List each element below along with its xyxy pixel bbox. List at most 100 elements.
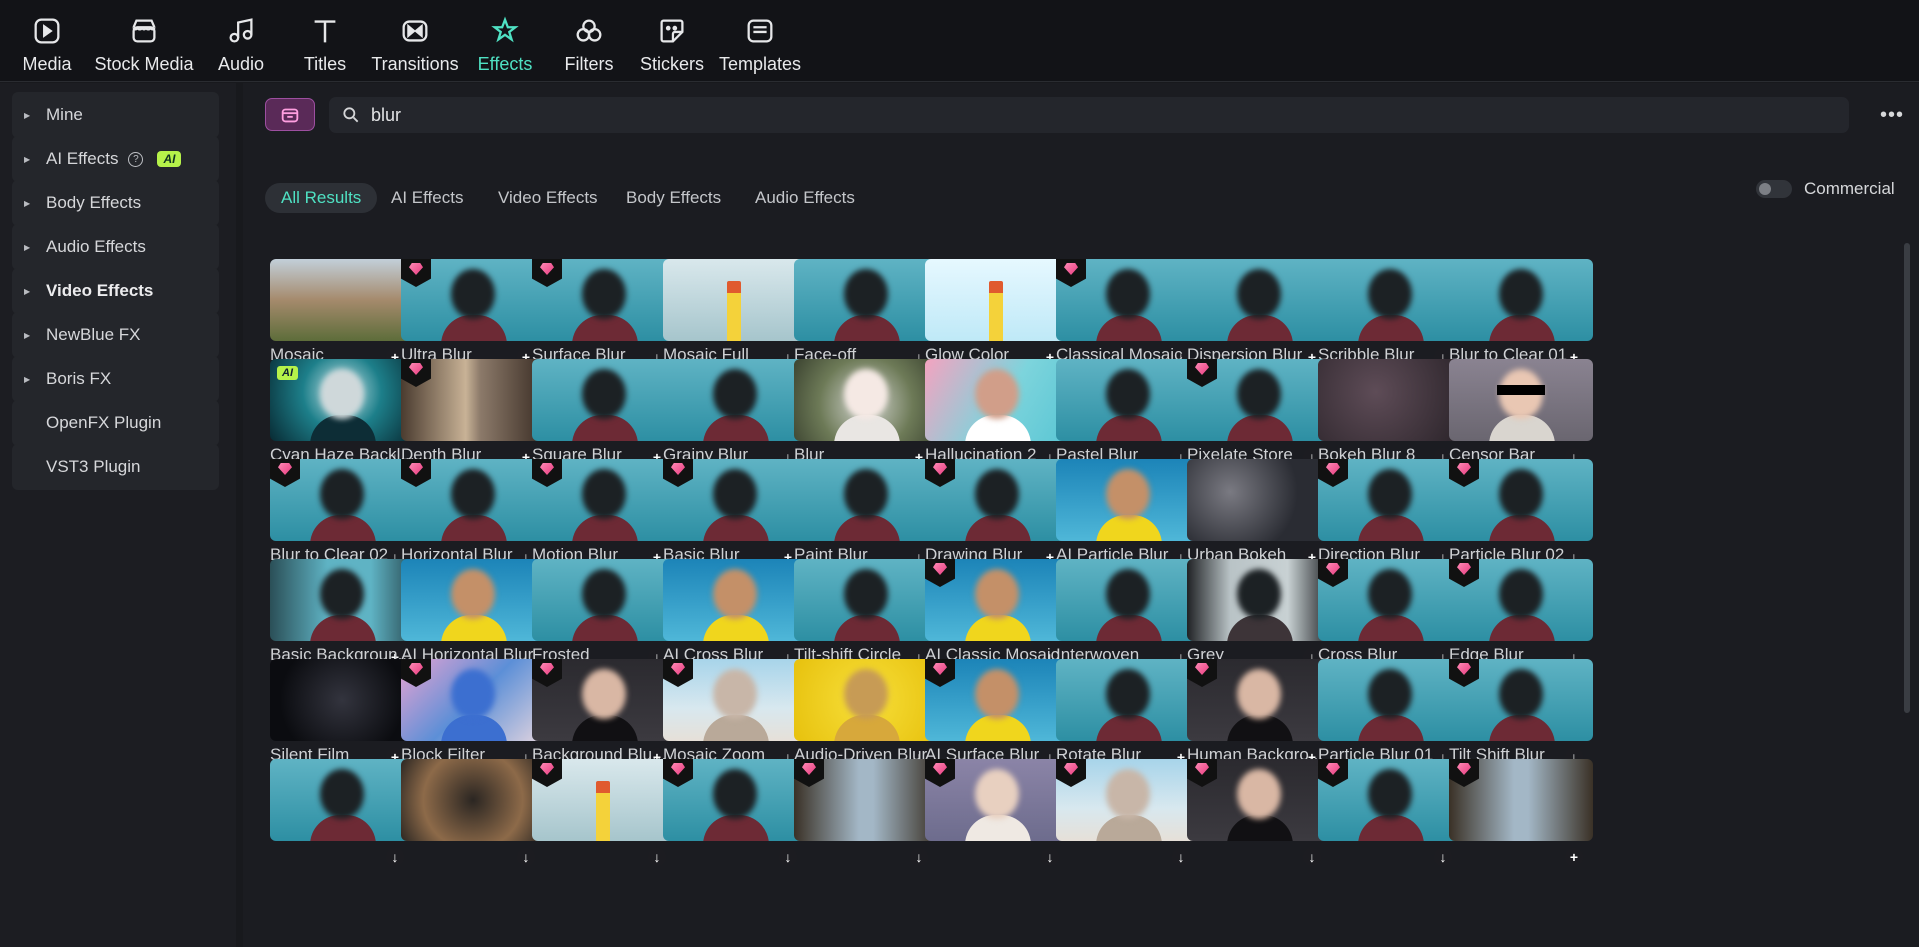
effect-card-partial-row[interactable]: ↓ xyxy=(532,759,676,875)
effect-card-tilt-shift-blur[interactable]: ↓ Tilt Shift Blur xyxy=(1449,659,1593,775)
effect-card-particle-blur-01[interactable]: ↓ Particle Blur 01 xyxy=(1318,659,1462,775)
effect-card-grainy-blur[interactable]: ↓ Grainy Blur xyxy=(663,359,807,475)
effect-card-silent-film[interactable]: + Silent Film xyxy=(270,659,414,775)
tab-body-effects[interactable]: Body Effects xyxy=(610,183,737,213)
effect-card-blur-to-clear-01[interactable]: + Blur to Clear 01 xyxy=(1449,259,1593,375)
effect-card-dispersion-blur[interactable]: + Dispersion Blur xyxy=(1187,259,1331,375)
toolbar-tab-templates[interactable]: Templates xyxy=(715,0,805,82)
effect-card-edge-blur[interactable]: ↓ Edge Blur xyxy=(1449,559,1593,675)
effect-card-mosaic-zoom[interactable]: ↓ Mosaic Zoom xyxy=(663,659,807,775)
effect-card-rotate-blur[interactable]: + Rotate Blur xyxy=(1056,659,1200,775)
add-effect-button[interactable]: + xyxy=(1565,848,1583,866)
effect-card-partial-row[interactable]: ↓ xyxy=(925,759,1069,875)
toolbar-tab-titles[interactable]: Titles xyxy=(280,0,370,82)
effect-card-pastel-blur[interactable]: ↓ Pastel Blur xyxy=(1056,359,1200,475)
effect-card-motion-blur[interactable]: + Motion Blur xyxy=(532,459,676,575)
tab-video-effects[interactable]: Video Effects xyxy=(482,183,614,213)
effect-card-partial-row[interactable]: ↓ xyxy=(1187,759,1331,875)
effect-card-ai-surface-blur[interactable]: ↓ AI Surface Blur xyxy=(925,659,1069,775)
effect-card-bokeh-blur-8[interactable]: ↓ Bokeh Blur 8 xyxy=(1318,359,1462,475)
effect-card-grey[interactable]: ↓ Grey xyxy=(1187,559,1331,675)
effect-card-mosaic-full[interactable]: ↓ Mosaic Full xyxy=(663,259,807,375)
sidebar-item-video-effects[interactable]: ▶ Video Effects xyxy=(12,268,219,314)
effect-card-drawing-blur[interactable]: + Drawing Blur xyxy=(925,459,1069,575)
sidebar-item-mine[interactable]: ▶ Mine xyxy=(12,92,219,138)
effect-card-depth-blur[interactable]: + Depth Blur xyxy=(401,359,545,475)
effect-card-background-blu[interactable]: + Background Blu... xyxy=(532,659,676,775)
effect-card-cyan-haze-backl[interactable]: AI ↓ Cyan Haze Backl... xyxy=(270,359,415,475)
effect-card-surface-blur[interactable]: ↓ Surface Blur xyxy=(532,259,676,375)
toolbar-tab-stickers[interactable]: Stickers xyxy=(627,0,717,82)
censor-bar xyxy=(1497,385,1545,395)
tab-all-results[interactable]: All Results xyxy=(265,183,378,213)
toolbar-tab-transitions[interactable]: Transitions xyxy=(370,0,460,82)
thumbnail-subject-head xyxy=(451,269,495,319)
search-input[interactable] xyxy=(371,104,1771,126)
effect-card-urban-bokeh[interactable]: + Urban Bokeh xyxy=(1187,459,1331,575)
effect-card-glow-color[interactable]: + Glow Color xyxy=(925,259,1069,375)
effect-card-ai-particle-blur[interactable]: ↓ AI Particle Blur xyxy=(1056,459,1200,575)
effect-card-mosaic[interactable]: + Mosaic xyxy=(270,259,414,375)
thumbnail-subject-head xyxy=(582,469,626,519)
thumbnail-subject-head xyxy=(975,669,1019,719)
sidebar-item-openfx-plugin[interactable]: OpenFX Plugin xyxy=(12,400,219,446)
effect-card-basic-backgroun[interactable]: + Basic Backgroun... xyxy=(270,559,414,675)
tab-ai-effects[interactable]: AI Effects xyxy=(375,183,479,213)
effect-card-cross-blur[interactable]: ↓ Cross Blur xyxy=(1318,559,1462,675)
effect-card-direction-blur[interactable]: ↓ Direction Blur xyxy=(1318,459,1462,575)
vertical-scrollbar[interactable] xyxy=(1904,243,1910,713)
effect-card-classical-mosaic[interactable]: ↓ Classical Mosaic xyxy=(1056,259,1200,375)
effect-card-particle-blur-02[interactable]: ↓ Particle Blur 02 xyxy=(1449,459,1593,575)
effect-card-partial-row[interactable]: ↓ xyxy=(1056,759,1200,875)
effect-card-hallucination-2[interactable]: ↓ Hallucination 2 xyxy=(925,359,1069,475)
effect-card-partial-row[interactable]: + xyxy=(1449,759,1593,875)
toolbar-tab-filters[interactable]: Filters xyxy=(544,0,634,82)
effect-card-blur-to-clear-02[interactable]: ↓ Blur to Clear 02 xyxy=(270,459,414,575)
help-icon[interactable]: ? xyxy=(128,151,144,167)
effect-card-audio-driven-blur[interactable]: ↓ Audio-Driven Blur xyxy=(794,659,938,775)
commercial-toggle[interactable] xyxy=(1756,180,1792,198)
effect-card-ai-classic-mosaic[interactable]: ↓ AI Classic Mosaic xyxy=(925,559,1069,675)
store-button[interactable] xyxy=(265,98,315,131)
toolbar-tab-stock-media[interactable]: Stock Media xyxy=(94,0,194,82)
effect-card-frosted[interactable]: ↓ Frosted xyxy=(532,559,676,675)
effect-thumbnail xyxy=(270,259,414,341)
effect-card-scribble-blur[interactable]: ↓ Scribble Blur xyxy=(1318,259,1462,375)
effect-card-interwoven[interactable]: ↓ Interwoven xyxy=(1056,559,1200,675)
effect-card-basic-blur[interactable]: + Basic Blur xyxy=(663,459,807,575)
more-options-button[interactable]: ••• xyxy=(1877,102,1907,128)
thumbnail-subject xyxy=(989,281,1003,341)
sidebar-item-boris-fx[interactable]: ▶ Boris FX xyxy=(12,356,219,402)
effect-card-paint-blur[interactable]: ↓ Paint Blur xyxy=(794,459,938,575)
effect-card-partial-row[interactable]: ↓ xyxy=(270,759,414,875)
effect-card-horizontal-blur[interactable]: ↓ Horizontal Blur xyxy=(401,459,545,575)
effect-card-square-blur[interactable]: + Square Blur xyxy=(532,359,676,475)
effect-card-partial-row[interactable]: ↓ xyxy=(1318,759,1462,875)
toolbar-tab-effects[interactable]: Effects xyxy=(460,0,550,82)
effect-card-ultra-blur[interactable]: + Ultra Blur xyxy=(401,259,545,375)
toggle-knob xyxy=(1759,183,1771,195)
effect-card-face-off[interactable]: ↓ Face-off xyxy=(794,259,938,375)
effect-card-partial-row[interactable]: ↓ xyxy=(401,759,545,875)
effect-card-partial-row[interactable]: ↓ xyxy=(794,759,938,875)
toolbar-tab-audio[interactable]: Audio xyxy=(196,0,286,82)
toolbar-tab-label: Titles xyxy=(303,54,347,74)
effect-card-ai-cross-blur[interactable]: ↓ AI Cross Blur xyxy=(663,559,807,675)
effect-card-censor-bar[interactable]: ↓ Censor Bar xyxy=(1449,359,1593,475)
text-t-icon xyxy=(306,12,344,50)
toolbar-tab-media[interactable]: Media xyxy=(2,0,92,82)
effect-card-tilt-shift-circle[interactable]: ↓ Tilt-shift Circle xyxy=(794,559,938,675)
sidebar-item-vst3-plugin[interactable]: VST3 Plugin xyxy=(12,444,219,490)
sidebar-item-audio-effects[interactable]: ▶ Audio Effects xyxy=(12,224,219,270)
tab-audio-effects[interactable]: Audio Effects xyxy=(739,183,871,213)
effect-card-ai-horizontal-blur[interactable]: ↓ AI Horizontal Blur xyxy=(401,559,545,675)
effect-thumbnail xyxy=(270,659,414,741)
sidebar-item-ai-effects[interactable]: ▶ AI Effects? AI xyxy=(12,136,219,182)
effect-card-partial-row[interactable]: ↓ xyxy=(663,759,807,875)
sidebar-item-newblue-fx[interactable]: ▶ NewBlue FX xyxy=(12,312,219,358)
effect-card-pixelate-store[interactable]: ↓ Pixelate Store xyxy=(1187,359,1331,475)
effect-card-human-backgro[interactable]: + Human Backgro... xyxy=(1187,659,1331,775)
effect-card-block-filter[interactable]: ↓ Block Filter xyxy=(401,659,545,775)
effect-card-blur[interactable]: + Blur xyxy=(794,359,938,475)
sidebar-item-body-effects[interactable]: ▶ Body Effects xyxy=(12,180,219,226)
